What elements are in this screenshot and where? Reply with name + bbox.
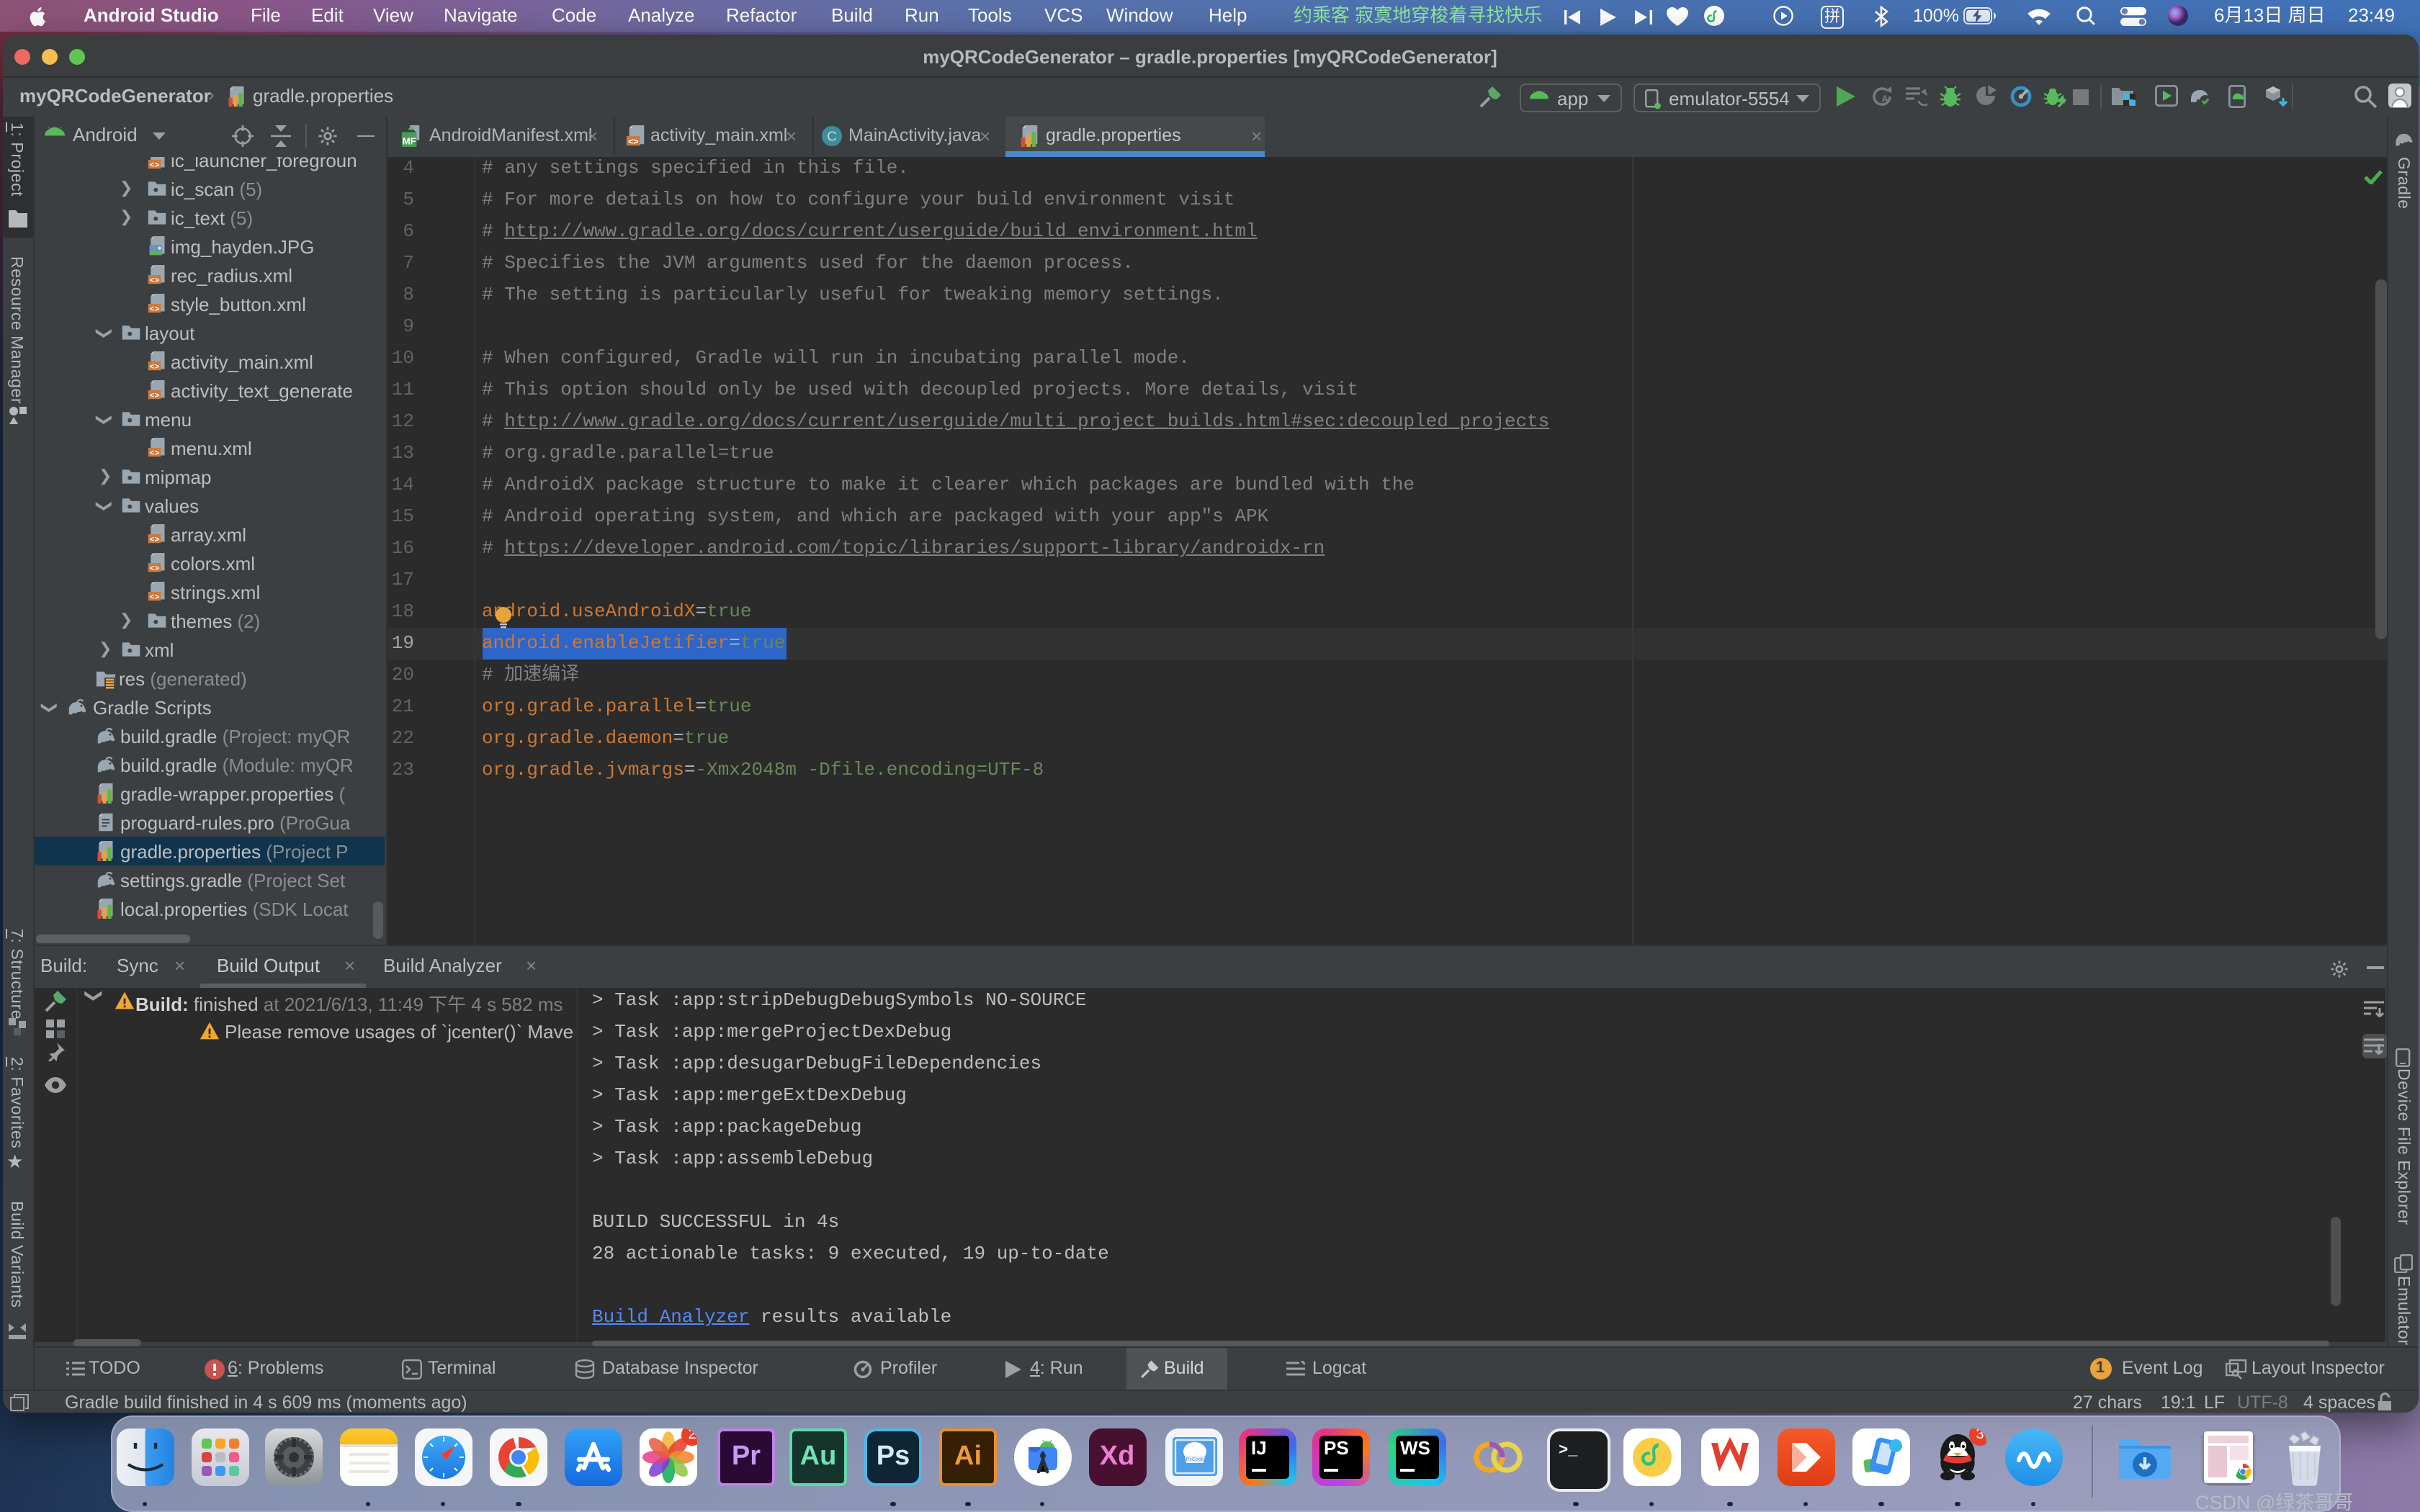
svg-text:PxCook: PxCook: [1186, 1457, 1204, 1462]
svg-text:>_: >_: [1559, 1441, 1578, 1459]
